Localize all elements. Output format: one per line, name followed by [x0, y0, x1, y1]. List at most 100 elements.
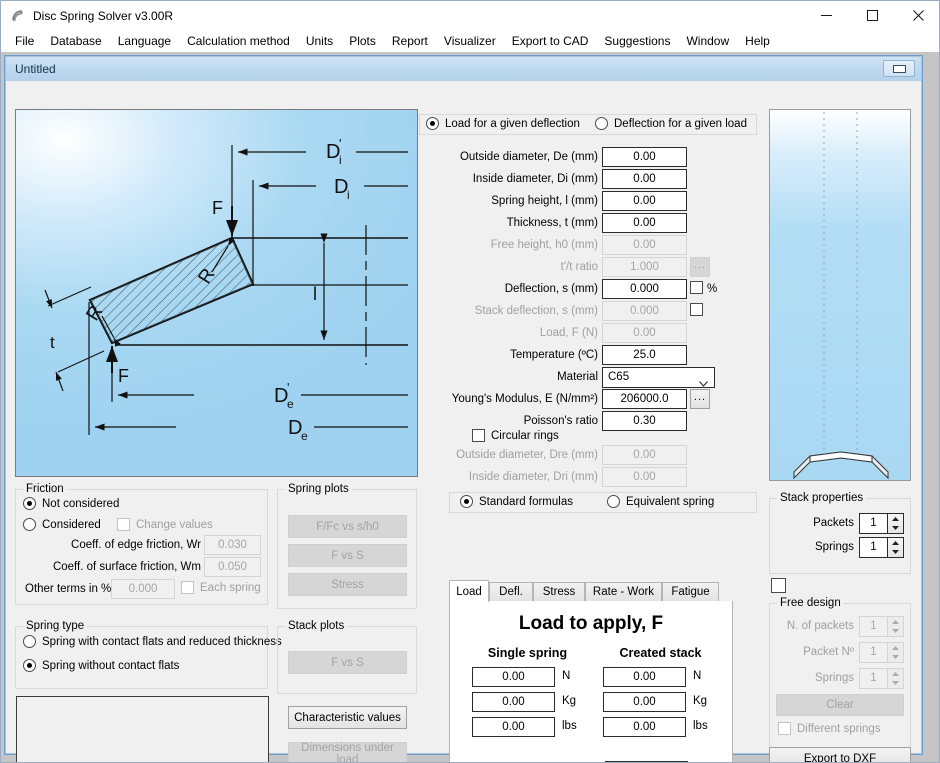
- tab-rate-work[interactable]: Rate - Work: [585, 582, 662, 601]
- menu-item-calculation-method[interactable]: Calculation method: [179, 32, 298, 51]
- radio-label: Standard formulas: [479, 495, 573, 508]
- svg-text:l: l: [313, 284, 317, 304]
- button-plot-f-vs-s-stack: F vs S: [288, 651, 407, 674]
- input-outside-diameter-dre: 0.00: [602, 445, 687, 465]
- input-poissons-ratio[interactable]: 0.30: [602, 411, 687, 431]
- checkbox-icon: [778, 722, 791, 735]
- menu-item-suggestions[interactable]: Suggestions: [596, 32, 678, 51]
- unit-lbs-stack: lbs: [693, 720, 708, 732]
- radio-friction-considered[interactable]: Considered: [23, 518, 101, 531]
- input-temperature[interactable]: 25.0: [602, 345, 687, 365]
- menu-item-units[interactable]: Units: [298, 32, 341, 51]
- checkbox-icon: [181, 581, 194, 594]
- close-button[interactable]: [895, 1, 939, 30]
- radio-spring-without-contact-flats[interactable]: Spring without contact flats: [23, 659, 179, 672]
- label-packet-number: Packet Nº: [803, 646, 854, 658]
- svg-text:': ': [339, 136, 341, 151]
- restore-icon[interactable]: [883, 60, 915, 77]
- input-spring-height[interactable]: 0.00: [602, 191, 687, 211]
- input-free-height-h0: 0.00: [602, 235, 687, 255]
- menu-item-language[interactable]: Language: [110, 32, 179, 51]
- maximize-button[interactable]: [849, 1, 895, 30]
- spinner-up-icon: [888, 669, 903, 679]
- spinner-up-icon[interactable]: [888, 538, 903, 548]
- radio-standard-formulas[interactable]: Standard formulas: [460, 495, 573, 508]
- input-deflection-s[interactable]: 0.000: [602, 279, 687, 299]
- tab-fatigue[interactable]: Fatigue: [662, 582, 719, 601]
- input-youngs-modulus[interactable]: 206000.0: [602, 389, 687, 409]
- checkbox-different-springs: Different springs: [778, 722, 881, 735]
- svg-text:': ': [287, 380, 289, 395]
- checkbox-change-values: Change values: [117, 518, 213, 531]
- tab-load[interactable]: Load: [449, 580, 489, 602]
- menu-item-window[interactable]: Window: [678, 32, 737, 51]
- input-outside-diameter-de[interactable]: 0.00: [602, 147, 687, 167]
- button-export-to-dxf[interactable]: Export to DXF: [769, 747, 911, 762]
- checkbox-enable-free-design[interactable]: [771, 578, 786, 593]
- youngs-modulus-browse-button[interactable]: ...: [690, 389, 710, 409]
- mdi-child-titlebar: Untitled: [6, 57, 921, 81]
- minimize-button[interactable]: [803, 1, 849, 30]
- radio-deflection-for-given-load[interactable]: Deflection for a given load: [595, 117, 747, 130]
- checkbox-icon: [690, 303, 703, 316]
- radio-friction-not-considered[interactable]: Not considered: [23, 497, 119, 510]
- radio-icon: [595, 117, 608, 130]
- menu-item-plots[interactable]: Plots: [341, 32, 384, 51]
- label-free-height-h0: Free height, h0 (mm): [490, 239, 598, 251]
- spinner-up-icon: [888, 643, 903, 653]
- checkbox-deflection-percent[interactable]: [690, 281, 703, 294]
- spinner-packets-buttons[interactable]: [887, 513, 904, 534]
- t-ratio-browse-button: ...: [690, 257, 710, 277]
- menu-item-database[interactable]: Database: [42, 32, 109, 51]
- radio-label: Load for a given deflection: [445, 117, 580, 130]
- menu-item-help[interactable]: Help: [737, 32, 778, 51]
- menu-item-visualizer[interactable]: Visualizer: [436, 32, 504, 51]
- result-single-lbs[interactable]: 0.00: [472, 717, 555, 737]
- message-output-box[interactable]: [16, 696, 269, 762]
- spinner-up-icon[interactable]: [888, 514, 903, 524]
- checkbox-stack-deflection-percent[interactable]: [690, 303, 703, 316]
- spinner-number-of-packets: 1: [859, 616, 904, 637]
- spinner-packets[interactable]: 1: [859, 513, 904, 534]
- tab-defl[interactable]: Defl.: [489, 582, 533, 601]
- radio-equivalent-spring[interactable]: Equivalent spring: [607, 495, 714, 508]
- result-single-kg[interactable]: 0.00: [472, 692, 555, 712]
- spinner-free-design-springs-buttons: [887, 668, 904, 689]
- label-temperature: Temperature (ºC): [510, 349, 598, 361]
- label-material: Material: [557, 371, 598, 383]
- menu-item-export-to-cad[interactable]: Export to CAD: [504, 32, 597, 51]
- radio-icon: [23, 518, 36, 531]
- spinner-springs-value: 1: [859, 537, 887, 558]
- result-single-newton[interactable]: 0.00: [472, 667, 555, 687]
- unit-kg-single: Kg: [562, 695, 577, 707]
- spinner-down-icon[interactable]: [888, 524, 903, 534]
- spinner-number-of-packets-buttons: [887, 616, 904, 637]
- tab-stress[interactable]: Stress: [533, 582, 585, 601]
- menu-item-report[interactable]: Report: [384, 32, 436, 51]
- input-stack-deflection-s: 0.000: [602, 301, 687, 321]
- button-dimensions-under-load: Dimensions under load: [288, 742, 407, 762]
- svg-text:e: e: [287, 397, 294, 411]
- checkbox-label: Each spring: [200, 581, 261, 594]
- radio-label: Not considered: [42, 497, 120, 510]
- radio-spring-with-contact-flats[interactable]: Spring with contact flats and reduced th…: [23, 635, 282, 648]
- spinner-packets-value: 1: [859, 513, 887, 534]
- input-inside-diameter-di[interactable]: 0.00: [602, 169, 687, 189]
- radio-label: Spring without contact flats: [42, 659, 180, 672]
- input-thickness[interactable]: 0.00: [602, 213, 687, 233]
- spinner-down-icon[interactable]: [888, 548, 903, 558]
- button-characteristic-values[interactable]: Characteristic values: [288, 706, 407, 729]
- spinner-springs-buttons[interactable]: [887, 537, 904, 558]
- svg-text:F: F: [212, 198, 223, 218]
- disc-spring-cross-section-drawing: D ' i D i F F l t R R D ' e D e: [15, 109, 418, 477]
- spinner-springs[interactable]: 1: [859, 537, 904, 558]
- radio-load-for-given-deflection[interactable]: Load for a given deflection: [426, 117, 580, 130]
- checkbox-circular-rings[interactable]: Circular rings: [472, 429, 559, 442]
- result-stack-lbs[interactable]: 0.00: [603, 717, 686, 737]
- select-material[interactable]: C65: [602, 367, 715, 388]
- menu-item-file[interactable]: File: [8, 32, 42, 51]
- result-stack-kg[interactable]: 0.00: [603, 692, 686, 712]
- result-stack-newton[interactable]: 0.00: [603, 667, 686, 687]
- spinner-packet-number: 1: [859, 642, 904, 663]
- spinner-packet-number-buttons: [887, 642, 904, 663]
